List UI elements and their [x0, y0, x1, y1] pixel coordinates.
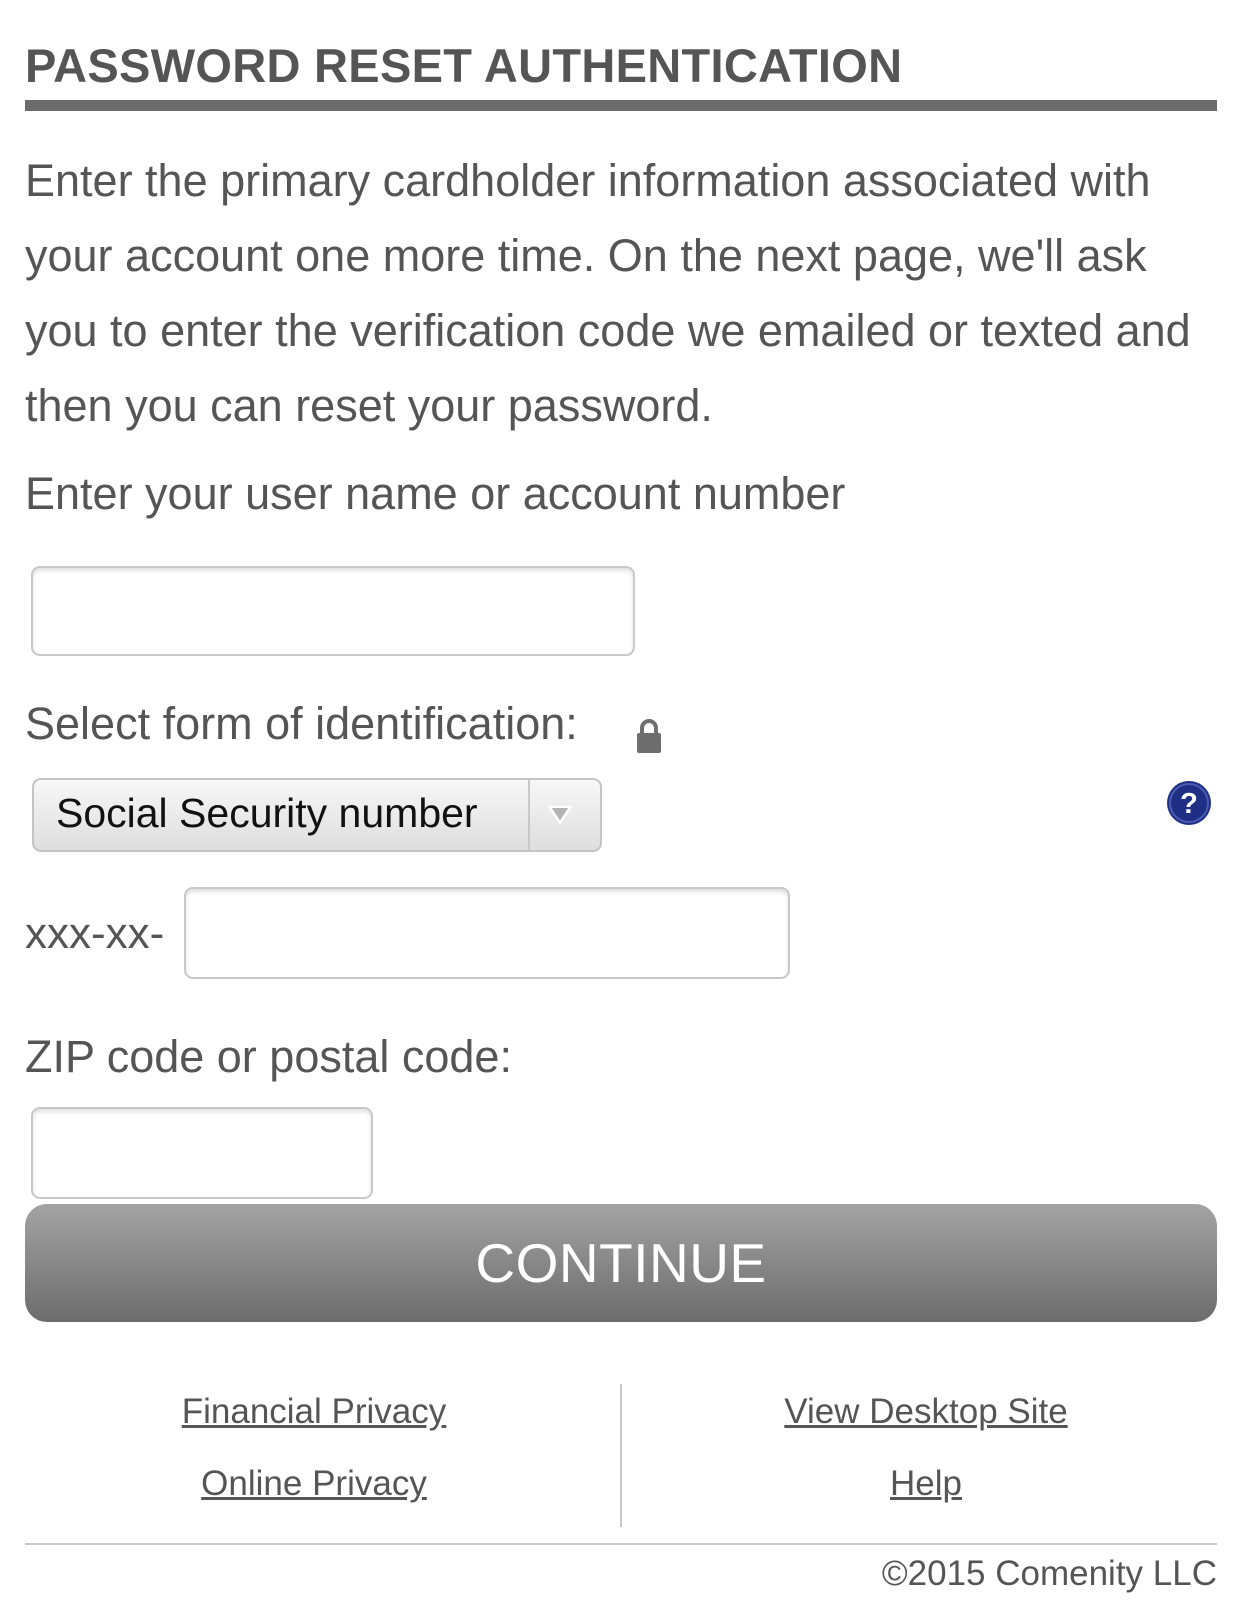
copyright-text: ©2015 Comenity LLC	[881, 1554, 1217, 1593]
question-circle-icon[interactable]: ?	[1166, 780, 1212, 826]
financial-privacy-link[interactable]: Financial Privacy	[182, 1392, 447, 1432]
footer-divider	[620, 1384, 622, 1527]
continue-button[interactable]: CONTINUE	[25, 1204, 1217, 1322]
username-label: Enter your user name or account number	[25, 468, 846, 519]
username-input[interactable]	[31, 566, 635, 656]
ssn-last-four-input[interactable]	[184, 887, 790, 979]
lock-icon	[637, 719, 661, 753]
online-privacy-link[interactable]: Online Privacy	[201, 1464, 427, 1504]
identification-selected-value: Social Security number	[56, 790, 478, 836]
zip-input[interactable]	[31, 1107, 373, 1199]
view-desktop-site-link[interactable]: View Desktop Site	[784, 1392, 1067, 1432]
footer-rule	[25, 1543, 1217, 1545]
chevron-down-icon	[547, 806, 573, 825]
svg-text:?: ?	[1180, 788, 1198, 820]
help-link[interactable]: Help	[890, 1464, 962, 1504]
identification-label: Select form of identification:	[25, 698, 578, 749]
identification-select[interactable]: Social Security number	[32, 778, 602, 852]
page-title: PASSWORD RESET AUTHENTICATION	[25, 39, 903, 92]
ssn-prefix: xxx-xx-	[25, 909, 165, 958]
title-divider	[25, 100, 1217, 111]
zip-label: ZIP code or postal code:	[25, 1031, 512, 1082]
intro-text: Enter the primary cardholder information…	[25, 155, 1191, 431]
select-divider	[528, 780, 530, 850]
